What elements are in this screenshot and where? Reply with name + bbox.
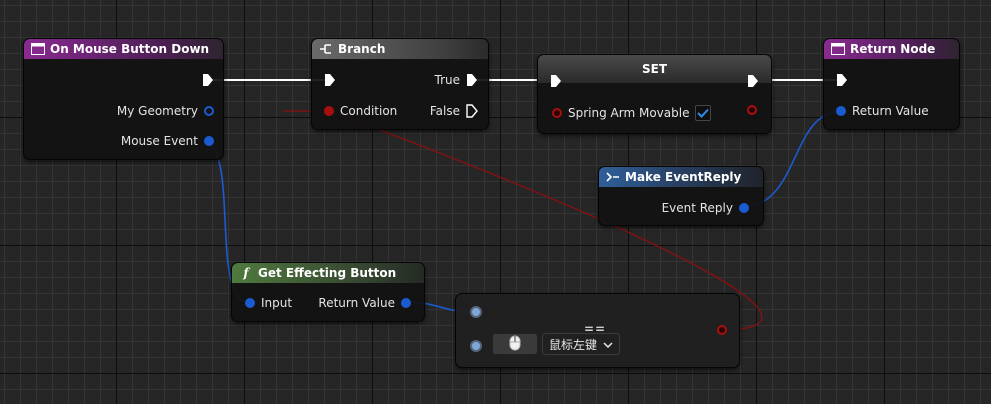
spring-arm-movable-in-pin[interactable] [552, 108, 562, 118]
exec-in-pin[interactable] [324, 73, 336, 87]
node-get-effecting-button[interactable]: f Get Effecting Button Input Return Valu… [231, 262, 425, 322]
pin-label-event-reply: Event Reply [661, 201, 733, 215]
exec-out-pin[interactable] [747, 74, 759, 88]
function-icon: f [243, 266, 249, 280]
node-title: Return Node [850, 42, 936, 56]
event-icon [30, 42, 46, 56]
exec-out-pin[interactable] [202, 73, 214, 87]
node-equal-key[interactable]: == 鼠标左键 [455, 293, 740, 368]
spring-arm-movable-checkbox[interactable] [695, 105, 712, 121]
node-on-mouse-button-down[interactable]: On Mouse Button Down My Geometry Mouse E… [23, 38, 224, 160]
return-value-pin[interactable] [836, 106, 846, 116]
my-geometry-pin[interactable] [204, 106, 214, 116]
key-selector[interactable]: 鼠标左键 [492, 333, 621, 355]
node-header: Branch [312, 39, 488, 59]
return-value-pin[interactable] [401, 298, 411, 308]
function-entry-icon [830, 42, 846, 56]
spring-arm-movable-out-pin[interactable] [747, 105, 757, 115]
event-reply-pin[interactable] [739, 203, 749, 213]
pin-label-condition: Condition [340, 104, 398, 118]
variable-label: Spring Arm Movable [568, 106, 690, 120]
mouse-icon [509, 335, 521, 354]
node-header: Make EventReply [599, 167, 763, 187]
node-title: Get Effecting Button [258, 266, 397, 280]
node-set[interactable]: SET Spring Arm Movable [537, 54, 772, 134]
node-make-eventreply[interactable]: Make EventReply Event Reply [598, 166, 764, 226]
pin-label-false: False [429, 104, 460, 118]
pin-label-return-value: Return Value [852, 104, 929, 118]
key-dropdown-value: 鼠标左键 [549, 337, 598, 352]
condition-pin[interactable] [324, 106, 334, 116]
pin-label-true: True [434, 73, 461, 87]
key-a-pin[interactable] [470, 306, 482, 318]
exec-in-pin[interactable] [550, 74, 562, 88]
exec-false-pin[interactable] [466, 104, 478, 118]
node-header: Return Node [824, 39, 959, 59]
node-title: Branch [338, 42, 386, 56]
key-b-pin[interactable] [470, 340, 482, 352]
pin-label-my-geometry: My Geometry [116, 104, 198, 118]
node-header: f Get Effecting Button [232, 263, 424, 283]
result-pin[interactable] [717, 325, 727, 335]
key-dropdown[interactable]: 鼠标左键 [542, 333, 621, 355]
node-title: On Mouse Button Down [50, 42, 210, 56]
node-branch[interactable]: Branch True Condition False [311, 38, 489, 130]
exec-in-pin[interactable] [836, 73, 848, 87]
node-title: SET [641, 62, 668, 76]
input-pin[interactable] [245, 298, 255, 308]
node-return[interactable]: Return Node Return Value [823, 38, 960, 130]
branch-icon [318, 42, 334, 56]
pin-label-return-value: Return Value [318, 296, 395, 310]
exec-true-pin[interactable] [466, 73, 478, 87]
make-struct-icon [605, 170, 621, 184]
node-title: Make EventReply [625, 170, 742, 184]
node-header: On Mouse Button Down [24, 39, 223, 59]
key-picker-button[interactable] [492, 333, 538, 355]
mouse-event-pin[interactable] [204, 136, 214, 146]
pin-label-input: Input [261, 296, 293, 310]
pin-label-mouse-event: Mouse Event [120, 134, 198, 148]
chevron-down-icon [603, 337, 613, 351]
node-header: SET [538, 55, 771, 83]
